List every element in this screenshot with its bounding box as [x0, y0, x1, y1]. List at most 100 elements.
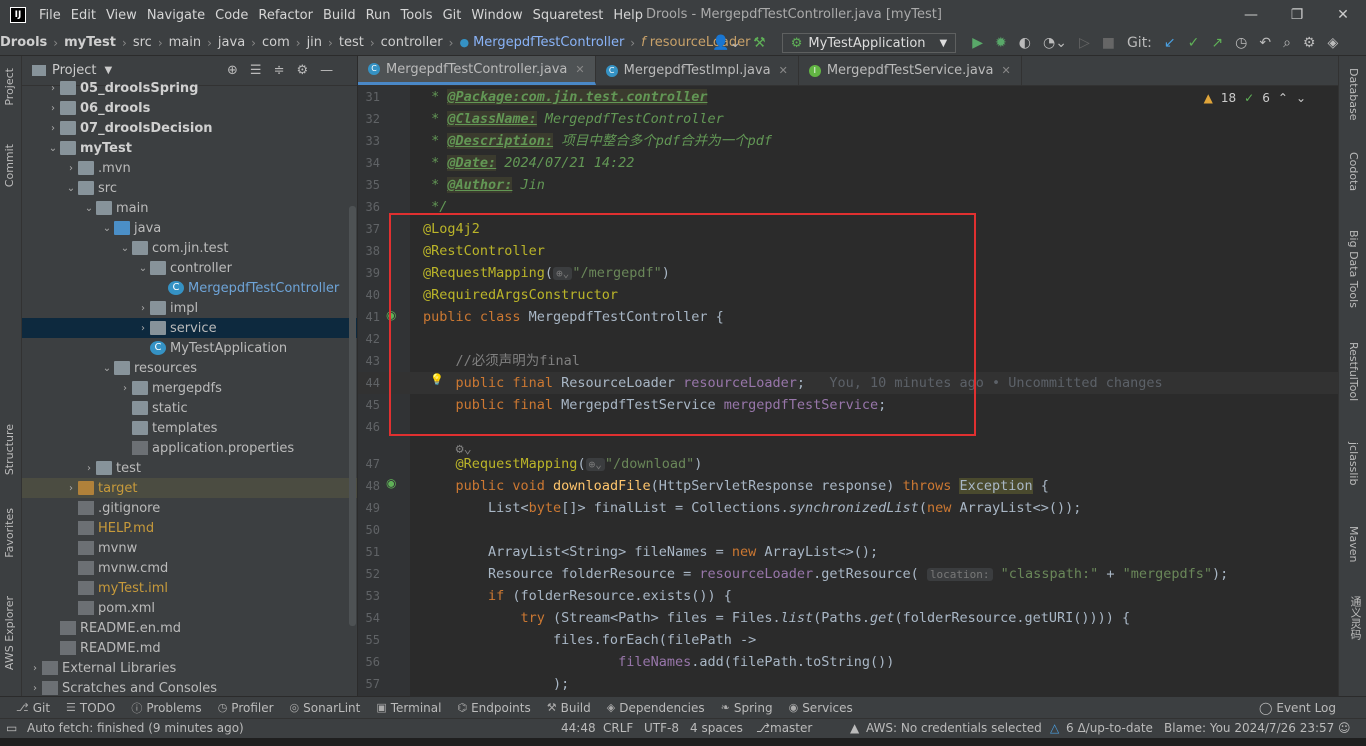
chevron-down-icon[interactable]: ⌄: [136, 263, 150, 274]
tree-item[interactable]: mvnw: [22, 538, 357, 558]
code-line[interactable]: 55 files.forEach(filePath ->: [358, 629, 1338, 651]
chevron-right-icon[interactable]: ›: [46, 103, 60, 114]
code-line[interactable]: 48 public void downloadFile(HttpServletR…: [358, 475, 1338, 497]
next-highlight-icon[interactable]: ⌄: [1296, 91, 1306, 105]
rollback-icon[interactable]: ↶: [1259, 35, 1271, 51]
toolwindow-button[interactable]: ▣ Terminal: [376, 700, 441, 716]
menu-git[interactable]: Git: [438, 8, 467, 23]
tab-close-icon[interactable]: ✕: [575, 63, 584, 76]
tree-item[interactable]: static: [22, 398, 357, 418]
tree-item[interactable]: › impl: [22, 298, 357, 318]
inspection-widget[interactable]: ▲ 18 ✓ 6 ⌃ ⌄: [1204, 91, 1306, 105]
file-encoding[interactable]: UTF-8: [644, 721, 679, 735]
stop-icon[interactable]: ■: [1102, 35, 1115, 51]
git-commit-icon[interactable]: ✓: [1188, 35, 1200, 51]
run-config-select[interactable]: ⚙ MyTestApplication ▼: [781, 33, 957, 53]
tree-item[interactable]: › target: [22, 478, 357, 498]
aws-credentials[interactable]: AWS: No credentials selected: [866, 721, 1042, 735]
git-status[interactable]: 6 Δ/up-to-date: [1066, 721, 1153, 735]
chevron-down-icon[interactable]: ⌄: [82, 203, 96, 214]
breadcrumb-item[interactable]: test: [339, 35, 364, 50]
git-push-icon[interactable]: ↗: [1211, 35, 1223, 51]
chevron-down-icon[interactable]: ⌄: [100, 223, 114, 234]
tree-item[interactable]: pom.xml: [22, 598, 357, 618]
collapse-all-icon[interactable]: ≑: [274, 63, 285, 78]
chevron-down-icon[interactable]: ▼: [104, 65, 112, 76]
toolwindow-button[interactable]: ❧ Spring: [721, 700, 773, 716]
tree-item[interactable]: › Scratches and Consoles: [22, 678, 357, 696]
menu-edit[interactable]: Edit: [66, 8, 101, 23]
history-icon[interactable]: ◷: [1235, 35, 1247, 51]
close-icon[interactable]: ✕: [1320, 0, 1366, 30]
editor-tab[interactable]: C MergepdfTestImpl.java ✕: [596, 56, 799, 85]
breadcrumb-item[interactable]: src: [133, 35, 152, 50]
chevron-down-icon[interactable]: ⌄: [64, 183, 78, 194]
tab-aws-explorer[interactable]: AWS Explorer: [3, 596, 16, 670]
tree-item[interactable]: README.md: [22, 638, 357, 658]
chevron-down-icon[interactable]: ⌄: [118, 243, 132, 254]
locate-icon[interactable]: ⊕: [227, 63, 238, 78]
breadcrumb-item[interactable]: myTest: [64, 35, 116, 50]
debug-icon[interactable]: ✹: [995, 35, 1007, 51]
tree-item[interactable]: › 07_droolsDecision: [22, 118, 357, 138]
tree-item[interactable]: ⌄ java: [22, 218, 357, 238]
status-panel-icon[interactable]: ▭: [6, 721, 17, 735]
right-tab[interactable]: RestfulTool: [1347, 342, 1360, 401]
chevron-right-icon[interactable]: ›: [64, 163, 78, 174]
right-tab[interactable]: Codota: [1347, 152, 1360, 191]
tree-item[interactable]: › 06_drools: [22, 98, 357, 118]
code-line[interactable]: 47 @RequestMapping(⊕⌄ "/download"): [358, 453, 1338, 475]
chevron-right-icon[interactable]: ›: [28, 663, 42, 674]
options-gear-icon[interactable]: ⚙: [296, 63, 308, 78]
tree-item[interactable]: › .mvn: [22, 158, 357, 178]
profile-icon[interactable]: ◔⌄: [1043, 35, 1067, 51]
right-tab[interactable]: Database: [1347, 68, 1360, 121]
chevron-right-icon[interactable]: ›: [64, 483, 78, 494]
chevron-right-icon[interactable]: ›: [28, 683, 42, 694]
code-line[interactable]: 35 * @Author: Jin: [358, 174, 1338, 196]
settings-gear-icon[interactable]: ⚙: [1303, 35, 1316, 51]
breadcrumb-item[interactable]: java: [218, 35, 245, 50]
menu-navigate[interactable]: Navigate: [142, 8, 210, 23]
tree-item[interactable]: ⌄ resources: [22, 358, 357, 378]
tab-structure[interactable]: Structure: [3, 424, 16, 475]
code-line[interactable]: 34 * @Date: 2024/07/21 14:22: [358, 152, 1338, 174]
tab-close-icon[interactable]: ✕: [1002, 64, 1011, 77]
toolwindow-button[interactable]: ⚒ Build: [547, 700, 591, 716]
tree-item[interactable]: myTest.iml: [22, 578, 357, 598]
line-separator[interactable]: CRLF: [603, 721, 633, 735]
run-icon[interactable]: ▶: [972, 35, 983, 51]
code-line[interactable]: 31 * @Package:com.jin.test.controller: [358, 86, 1338, 108]
hide-icon[interactable]: —: [320, 63, 333, 78]
tree-item[interactable]: ⌄ controller: [22, 258, 357, 278]
minimize-icon[interactable]: —: [1228, 0, 1274, 30]
menu-refactor[interactable]: Refactor: [253, 8, 318, 23]
tree-item[interactable]: .gitignore: [22, 498, 357, 518]
plugin-icon[interactable]: ◈: [1327, 35, 1338, 51]
git-branch[interactable]: master: [770, 721, 812, 735]
tree-item[interactable]: README.en.md: [22, 618, 357, 638]
git-update-icon[interactable]: ↙: [1164, 35, 1176, 51]
toolwindow-button[interactable]: ☰ TODO: [66, 700, 115, 716]
tree-item[interactable]: C MyTestApplication: [22, 338, 357, 358]
chevron-right-icon[interactable]: ›: [136, 323, 150, 334]
tree-item[interactable]: application.properties: [22, 438, 357, 458]
breadcrumb-item[interactable]: main: [169, 35, 201, 50]
tree-item[interactable]: ⌄ com.jin.test: [22, 238, 357, 258]
code-line[interactable]: 53 if (folderResource.exists()) {: [358, 585, 1338, 607]
expand-all-icon[interactable]: ☰: [250, 63, 262, 78]
cursor-position[interactable]: 44:48: [561, 721, 596, 735]
toolwindow-button[interactable]: ◷ Profiler: [218, 700, 274, 716]
code-line[interactable]: 54 try (Stream<Path> files = Files.list(…: [358, 607, 1338, 629]
tab-commit[interactable]: Commit: [3, 144, 16, 187]
prev-highlight-icon[interactable]: ⌃: [1278, 91, 1288, 105]
chevron-down-icon[interactable]: ⌄: [46, 143, 60, 154]
tree-item[interactable]: › 05_droolsSpring: [22, 78, 357, 98]
chevron-down-icon[interactable]: ⌄: [100, 363, 114, 374]
breadcrumb-item[interactable]: jin: [307, 35, 322, 50]
tree-item[interactable]: mvnw.cmd: [22, 558, 357, 578]
event-log-button[interactable]: ◯ Event Log: [1259, 701, 1336, 715]
tree-item[interactable]: › External Libraries: [22, 658, 357, 678]
code-line[interactable]: 49 List<byte[]> finalList = Collections.…: [358, 497, 1338, 519]
menu-code[interactable]: Code: [210, 8, 253, 23]
